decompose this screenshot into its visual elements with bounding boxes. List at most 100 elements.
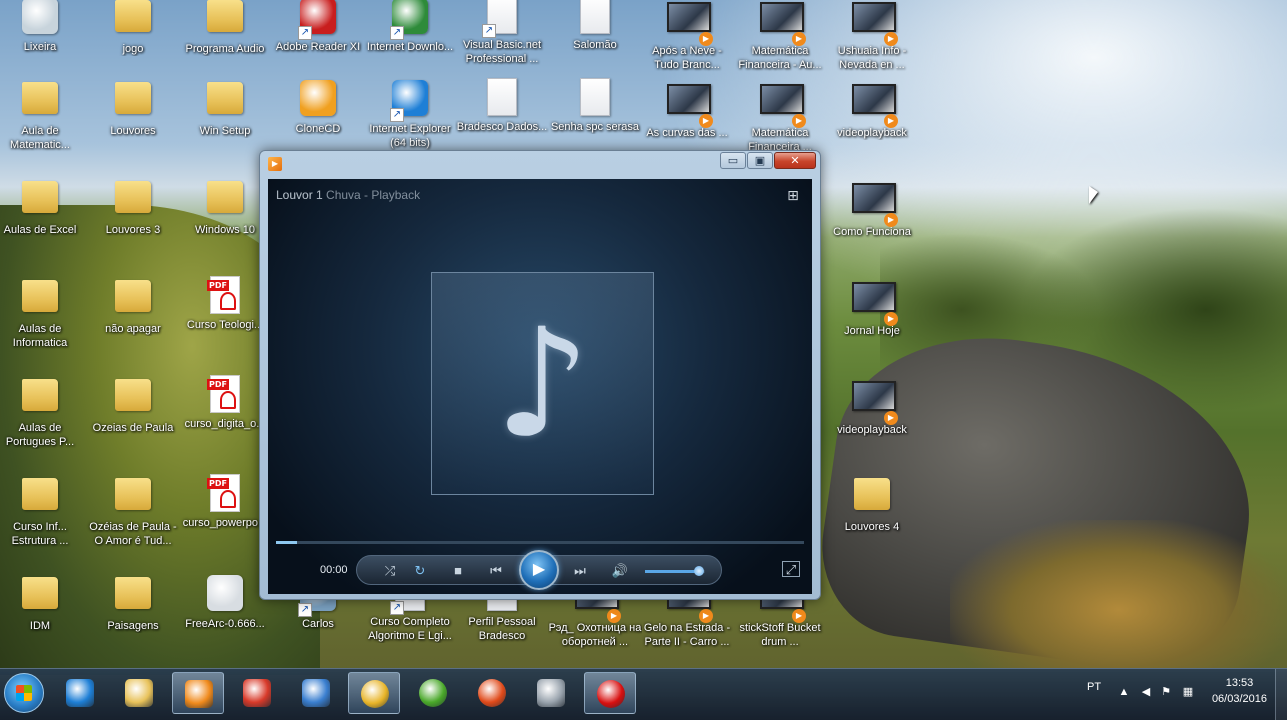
minimize-button[interactable]: ▭ (720, 152, 746, 169)
desktop-icon-label: Adobe Reader XI (275, 41, 361, 53)
desktop-icon-label: Senha spc serasa (550, 121, 640, 133)
desktop-icon-label: curso_digita_o... (184, 418, 266, 430)
desktop-icon[interactable]: Adobe Reader XI (271, 0, 365, 54)
video-file-icon (760, 2, 806, 46)
desktop-icon[interactable]: jogo (86, 0, 180, 56)
show-hidden-icons-icon[interactable]: ▲ (1117, 684, 1131, 700)
start-button[interactable] (4, 673, 44, 713)
folder-icon (113, 478, 153, 518)
desktop-icon[interactable]: Ozéias de Paula - O Amor é Tud... (86, 474, 180, 548)
document-icon (575, 78, 615, 118)
flag-icon[interactable]: ⚑ (1159, 684, 1173, 700)
mute-button[interactable]: 🔊 (609, 561, 631, 581)
desktop-icon[interactable]: Senha spc serasa (548, 78, 642, 134)
now-playing-area: Louvor 1 Louvor 1 Chuva - Playback ⊞ ♪ 0… (268, 179, 812, 594)
desktop-icon[interactable]: Windows 10 (178, 177, 272, 237)
desktop-icon-label: Visual Basic.net Professional ... (462, 39, 542, 65)
next-button[interactable]: ⏭ (569, 561, 591, 581)
volume-knob[interactable] (694, 566, 704, 576)
desktop-icon-label: jogo (122, 43, 144, 55)
desktop-icon[interactable]: curso_powerpo... (178, 474, 272, 530)
taskbar-internet-explorer[interactable] (54, 672, 106, 714)
taskbar-tool[interactable] (290, 672, 342, 714)
desktop-icon[interactable]: Curso Inf... Estrutura ... (0, 474, 87, 548)
desktop-icon[interactable]: Matemática Financeira - Au... (733, 0, 827, 72)
switch-to-library-icon[interactable]: ⊞ (784, 187, 802, 203)
desktop-icon-label: Programa Audio (185, 43, 265, 55)
taskbar-truck-app[interactable] (525, 672, 577, 714)
desktop-icon[interactable]: Programa Audio (178, 0, 272, 56)
desktop-icon[interactable]: Louvores 3 (86, 177, 180, 237)
play-button[interactable]: ▶ (519, 550, 559, 590)
desktop-icon-label: Win Setup (199, 125, 251, 137)
clock[interactable]: 13:53 06/03/2016 (1212, 675, 1267, 707)
desktop-icon[interactable]: Aulas de Excel (0, 177, 87, 237)
desktop-icon[interactable]: videoplayback (825, 375, 919, 437)
desktop-icon[interactable]: Paisagens (86, 573, 180, 633)
desktop-icon[interactable]: Lixeira (0, 0, 87, 54)
desktop-icon[interactable]: Internet Downlo... (363, 0, 457, 54)
desktop-icon[interactable]: Aulas de Portugues P... (0, 375, 87, 449)
desktop-icon[interactable]: CloneCD (271, 78, 365, 136)
taskbar-flash[interactable] (466, 672, 518, 714)
shuffle-button[interactable]: ⤮ (379, 561, 401, 581)
folder-icon (20, 82, 60, 122)
desktop-icon[interactable]: não apagar (86, 276, 180, 336)
desktop-icon[interactable]: Como Funciona (825, 177, 919, 239)
taskbar-google-chrome[interactable] (348, 672, 400, 714)
desktop-icon-label: curso_powerpo... (182, 517, 268, 529)
show-desktop-button[interactable] (1275, 669, 1287, 720)
desktop-icon[interactable]: Aula de Matematic... (0, 78, 87, 152)
desktop-icon[interactable]: Matemática Financeira ... (733, 78, 827, 154)
desktop-icon[interactable]: Ushuaia Info - Nevada en ... (825, 0, 919, 72)
network-icon[interactable]: ▦ (1181, 684, 1195, 700)
desktop-icon-label: Windows 10 (195, 224, 255, 236)
taskbar-utorrent[interactable] (407, 672, 459, 714)
taskbar-ccleaner[interactable] (231, 672, 283, 714)
desktop-icon[interactable]: Ozeias de Paula (86, 375, 180, 435)
player-titlebar[interactable]: ▶ ▭ ▣ ✕ (260, 151, 820, 177)
desktop-icon[interactable]: Curso Teologi... (178, 276, 272, 332)
desktop-icon[interactable]: curso_digita_o... (178, 375, 272, 431)
desktop-icon-label: Bradesco Dados... (456, 121, 548, 133)
taskbar-windows-explorer[interactable] (113, 672, 165, 714)
desktop-icon[interactable]: Aulas de Informatica (0, 276, 87, 350)
desktop-icon[interactable]: FreeArc-0.666... (178, 573, 272, 631)
desktop-icon[interactable]: videoplayback (825, 78, 919, 140)
clock-date: 06/03/2016 (1211, 693, 1267, 705)
taskbar-windows-media-player[interactable] (172, 672, 224, 714)
desktop-icon[interactable]: Louvores (86, 78, 180, 138)
folder-icon (113, 577, 153, 617)
desktop-icon[interactable]: Win Setup (178, 78, 272, 138)
stop-button[interactable]: ■ (447, 561, 469, 581)
folder-icon (20, 379, 60, 419)
desktop-icon[interactable]: Após a Neve - Tudo Branc... (640, 0, 734, 72)
desktop-icon-label: Paisagens (107, 620, 159, 632)
desktop-icon-label: Louvores 4 (844, 521, 900, 533)
repeat-button[interactable]: ↻ (409, 561, 431, 581)
close-button[interactable]: ✕ (774, 152, 816, 169)
volume-slider[interactable] (645, 566, 705, 576)
desktop-icon[interactable]: Salomão (548, 0, 642, 52)
desktop-icon-label: Louvores (110, 125, 156, 137)
folder-icon (20, 577, 60, 617)
media-player-icon (185, 680, 213, 708)
desktop-icon[interactable]: Visual Basic.net Professional ... (455, 0, 549, 66)
desktop-icon[interactable]: Louvores 4 (825, 474, 919, 534)
maximize-button[interactable]: ▣ (747, 152, 773, 169)
volume-tray-icon[interactable]: ◀ (1139, 684, 1153, 700)
media-player-window[interactable]: ▶ ▭ ▣ ✕ Louvor 1 Louvor 1 Chuva - Playba… (259, 150, 821, 600)
desktop-icon[interactable]: Bradesco Dados... (455, 78, 549, 134)
wallpaper-ground (950, 520, 1287, 670)
taskbar-recorder[interactable] (584, 672, 636, 714)
desktop-icon-label: FreeArc-0.666... (185, 618, 265, 630)
desktop-icon[interactable]: Internet Explorer (64 bits) (363, 78, 457, 150)
desktop-icon[interactable]: IDM (0, 573, 87, 633)
language-indicator[interactable]: PT (1087, 681, 1101, 693)
desktop-icon[interactable]: As curvas das ... (640, 78, 734, 140)
video-file-icon (760, 84, 806, 128)
desktop-icon[interactable]: Jornal Hoje (825, 276, 919, 338)
previous-button[interactable]: ⏮ (485, 561, 507, 581)
fullscreen-button[interactable]: ⤢ (782, 561, 800, 577)
seek-bar[interactable] (276, 541, 804, 544)
